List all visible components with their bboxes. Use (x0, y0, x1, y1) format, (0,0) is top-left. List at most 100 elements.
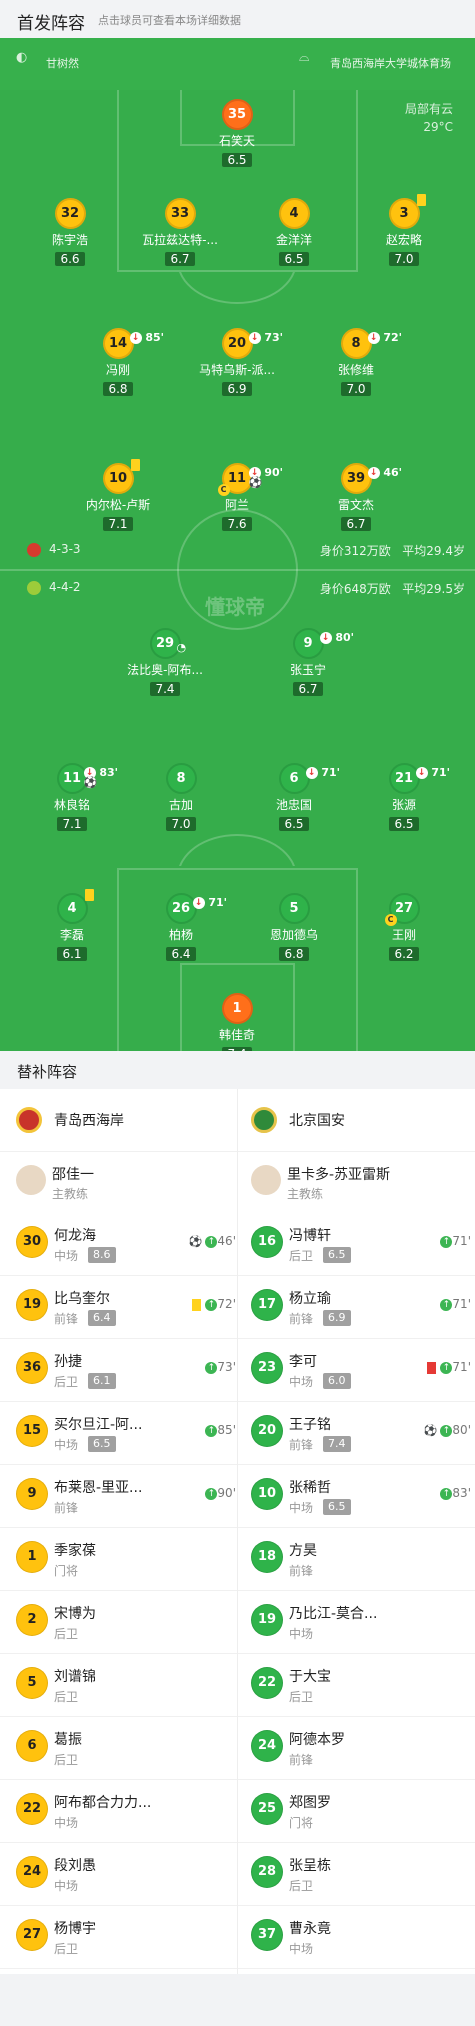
player-number: 10 (108, 471, 128, 486)
player-number-badge: 10 (102, 459, 140, 494)
yellow-card-icon (84, 889, 94, 901)
sub-number: 16 (251, 1226, 283, 1258)
away-sub-player[interactable]: 24 阿德本罗 前锋 (251, 1717, 471, 1779)
home-sub-player[interactable]: 15 买尔旦江-阿... 中场 6.5 ↑ 85' (16, 1402, 236, 1464)
home-player[interactable]: 3 赵宏略 7.0 (349, 194, 459, 267)
away-player[interactable]: 5 恩加德乌 6.8 (239, 893, 349, 962)
sub-name: 郑图罗 (289, 1795, 331, 1811)
home-player[interactable]: 8 ↓ 72' 张修维 7.0 (301, 328, 411, 397)
home-team-header[interactable]: 青岛西海岸 (16, 1089, 124, 1151)
away-player[interactable]: 4 李磊 6.1 (17, 889, 127, 962)
home-sub-player[interactable]: 2 宋博为 后卫 (16, 1591, 236, 1653)
player-name: 王刚 (391, 928, 416, 942)
away-player[interactable]: 8 古加 7.0 (126, 763, 236, 832)
home-player[interactable]: 11 ↓ 90' ⚽ C 阿兰 7.6 (182, 463, 292, 532)
sub-position: 中场 (54, 1879, 79, 1893)
home-team-value: 身价312万欧 平均29.4岁 (319, 544, 465, 558)
sub-name: 葛振 (54, 1732, 82, 1748)
sub-name: 张稀哲 (289, 1480, 331, 1496)
sub-name: 冯博轩 (289, 1228, 331, 1244)
home-coach[interactable]: 邵佳一 主教练 (16, 1151, 226, 1213)
home-team-name: 青岛西海岸 (54, 1113, 124, 1129)
substitution-in-icon: ↑ (205, 1235, 218, 1248)
sub-position: 门将 (289, 1816, 314, 1830)
away-player[interactable]: 9 ↓ 80' 张玉宁 6.7 (253, 628, 363, 697)
away-sub-player[interactable]: 25 郑图罗 门将 (251, 1780, 471, 1842)
home-sub-player[interactable]: 30 何龙海 中场 8.6 ⚽ ↑ 46' (16, 1213, 236, 1275)
home-player[interactable]: 39 ↓ 46' 雷文杰 6.7 (301, 463, 411, 532)
away-sub-player[interactable]: 10 张稀哲 中场 6.5 ↑ 83' (251, 1465, 471, 1527)
sub-events: ↑ 71' (440, 1297, 471, 1311)
stadium-icon: ⌓ (299, 50, 310, 65)
player-number: 8 (176, 771, 186, 786)
sub-in-time: 72' (217, 1297, 236, 1311)
home-player[interactable]: 14 ↓ 85' 冯刚 6.8 (63, 328, 173, 397)
home-player[interactable]: 20 ↓ 73' 马特乌斯-派... 6.9 (182, 328, 292, 397)
away-sub-player[interactable]: 17 杨立瑜 前锋 6.9 ↑ 71' (251, 1276, 471, 1338)
player-number: 33 (170, 206, 190, 221)
away-player[interactable]: 26 ↓ 71' 柏杨 6.4 (126, 893, 236, 962)
sub-time: 72' (379, 331, 403, 344)
sub-in-time: 83' (452, 1486, 471, 1500)
sub-name: 何龙海 (54, 1228, 96, 1244)
home-sub-player[interactable]: 24 段刘愚 中场 (16, 1843, 236, 1905)
player-number-badge: 8 (165, 763, 197, 794)
sub-rating: 6.5 (88, 1436, 116, 1452)
substitution-in-icon: ↑ (440, 1487, 453, 1500)
home-player[interactable]: 35 石笑天 6.5 (182, 99, 292, 168)
home-sub-player[interactable]: 6 葛振 后卫 (16, 1717, 236, 1779)
player-number-badge: 4 (278, 198, 310, 229)
home-team-logo (16, 1107, 42, 1133)
away-player[interactable]: 27 C 王刚 6.2 (349, 893, 459, 962)
home-sub-player[interactable]: 36 孙捷 后卫 6.1 ↑ 73' (16, 1339, 236, 1401)
home-player[interactable]: 32 陈宇浩 6.6 (15, 198, 125, 267)
away-coach[interactable]: 里卡多-苏亚雷斯 主教练 (251, 1151, 461, 1213)
player-number-badge: 32 (54, 198, 86, 229)
home-player[interactable]: 4 金洋洋 6.5 (239, 198, 349, 267)
sub-time: 83' (95, 766, 119, 779)
home-sub-player[interactable]: 1 季家葆 门将 (16, 1528, 236, 1590)
away-sub-player[interactable]: 20 王子铭 前锋 7.4 ⚽ ↑ 80' (251, 1402, 471, 1464)
away-sub-player[interactable]: 18 方昊 前锋 (251, 1528, 471, 1590)
player-number: 1 (232, 1001, 242, 1016)
away-player[interactable]: 6 ↓ 71' 池忠国 6.5 (239, 763, 349, 832)
away-sub-player[interactable]: 16 冯博轩 后卫 6.5 ↑ 71' (251, 1213, 471, 1275)
away-player[interactable]: 1韩佳奇7.4 (182, 993, 292, 1051)
away-sub-player[interactable]: 37 曹永竟 中场 (251, 1906, 471, 1968)
away-sub-player[interactable]: 23 李可 中场 6.0 ↑ 71' (251, 1339, 471, 1401)
sub-name: 杨博宇 (54, 1921, 96, 1937)
away-sub-player[interactable]: 19 乃比江-莫合... 中场 (251, 1591, 471, 1653)
player-name: 瓦拉兹达特-... (142, 233, 218, 247)
home-player[interactable]: 33 瓦拉兹达特-... 6.7 (125, 198, 235, 267)
home-sub-player[interactable]: 9 布莱恩-里亚... 前锋 ↑ 90' (16, 1465, 236, 1527)
away-player[interactable]: 11 ↓ 83' ⚽ 林良铭 7.1 (17, 763, 127, 832)
sub-number: 23 (251, 1352, 283, 1384)
away-sub-player[interactable]: 28 张呈栋 后卫 (251, 1843, 471, 1905)
sub-time: 71' (317, 766, 341, 779)
home-sub-player[interactable]: 5 刘谱锦 后卫 (16, 1654, 236, 1716)
sub-name: 季家葆 (54, 1543, 96, 1559)
football-icon: ⚽ (248, 476, 263, 489)
sub-position: 中场 (54, 1438, 79, 1452)
home-player[interactable]: 10 内尔松-卢斯 7.1 (63, 459, 173, 532)
sub-position: 中场 (289, 1627, 314, 1641)
sub-events: ↑ 73' (205, 1360, 236, 1374)
player-number: 6 (289, 771, 299, 786)
player-number: 11 (227, 471, 247, 486)
away-player[interactable]: 21 ↓ 71' 张源 6.5 (349, 763, 459, 832)
referee-name[interactable]: 甘树然 (46, 55, 79, 71)
away-player[interactable]: 29 ◔ 法比奥-阿布... 7.4 (110, 628, 220, 697)
home-team-icon (27, 542, 41, 557)
player-number-badge: 20 ↓ 73' (221, 328, 283, 359)
coach-role: 主教练 (287, 1187, 324, 1201)
player-number-badge: 3 (388, 194, 426, 229)
player-rating: 6.4 (166, 947, 196, 961)
home-sub-player[interactable]: 19 比乌奎尔 前锋 6.4 ↑ 72' (16, 1276, 236, 1338)
watermark: 懂球帝 (205, 595, 265, 619)
sub-events: ↑ 71' (427, 1360, 471, 1374)
home-sub-player[interactable]: 27 杨博宇 后卫 (16, 1906, 236, 1968)
home-sub-player[interactable]: 22 阿布都合力力... 中场 (16, 1780, 236, 1842)
away-team-header[interactable]: 北京国安 (251, 1089, 345, 1151)
venue-name[interactable]: 青岛西海岸大学城体育场 (330, 55, 451, 71)
away-sub-player[interactable]: 22 于大宝 后卫 (251, 1654, 471, 1716)
